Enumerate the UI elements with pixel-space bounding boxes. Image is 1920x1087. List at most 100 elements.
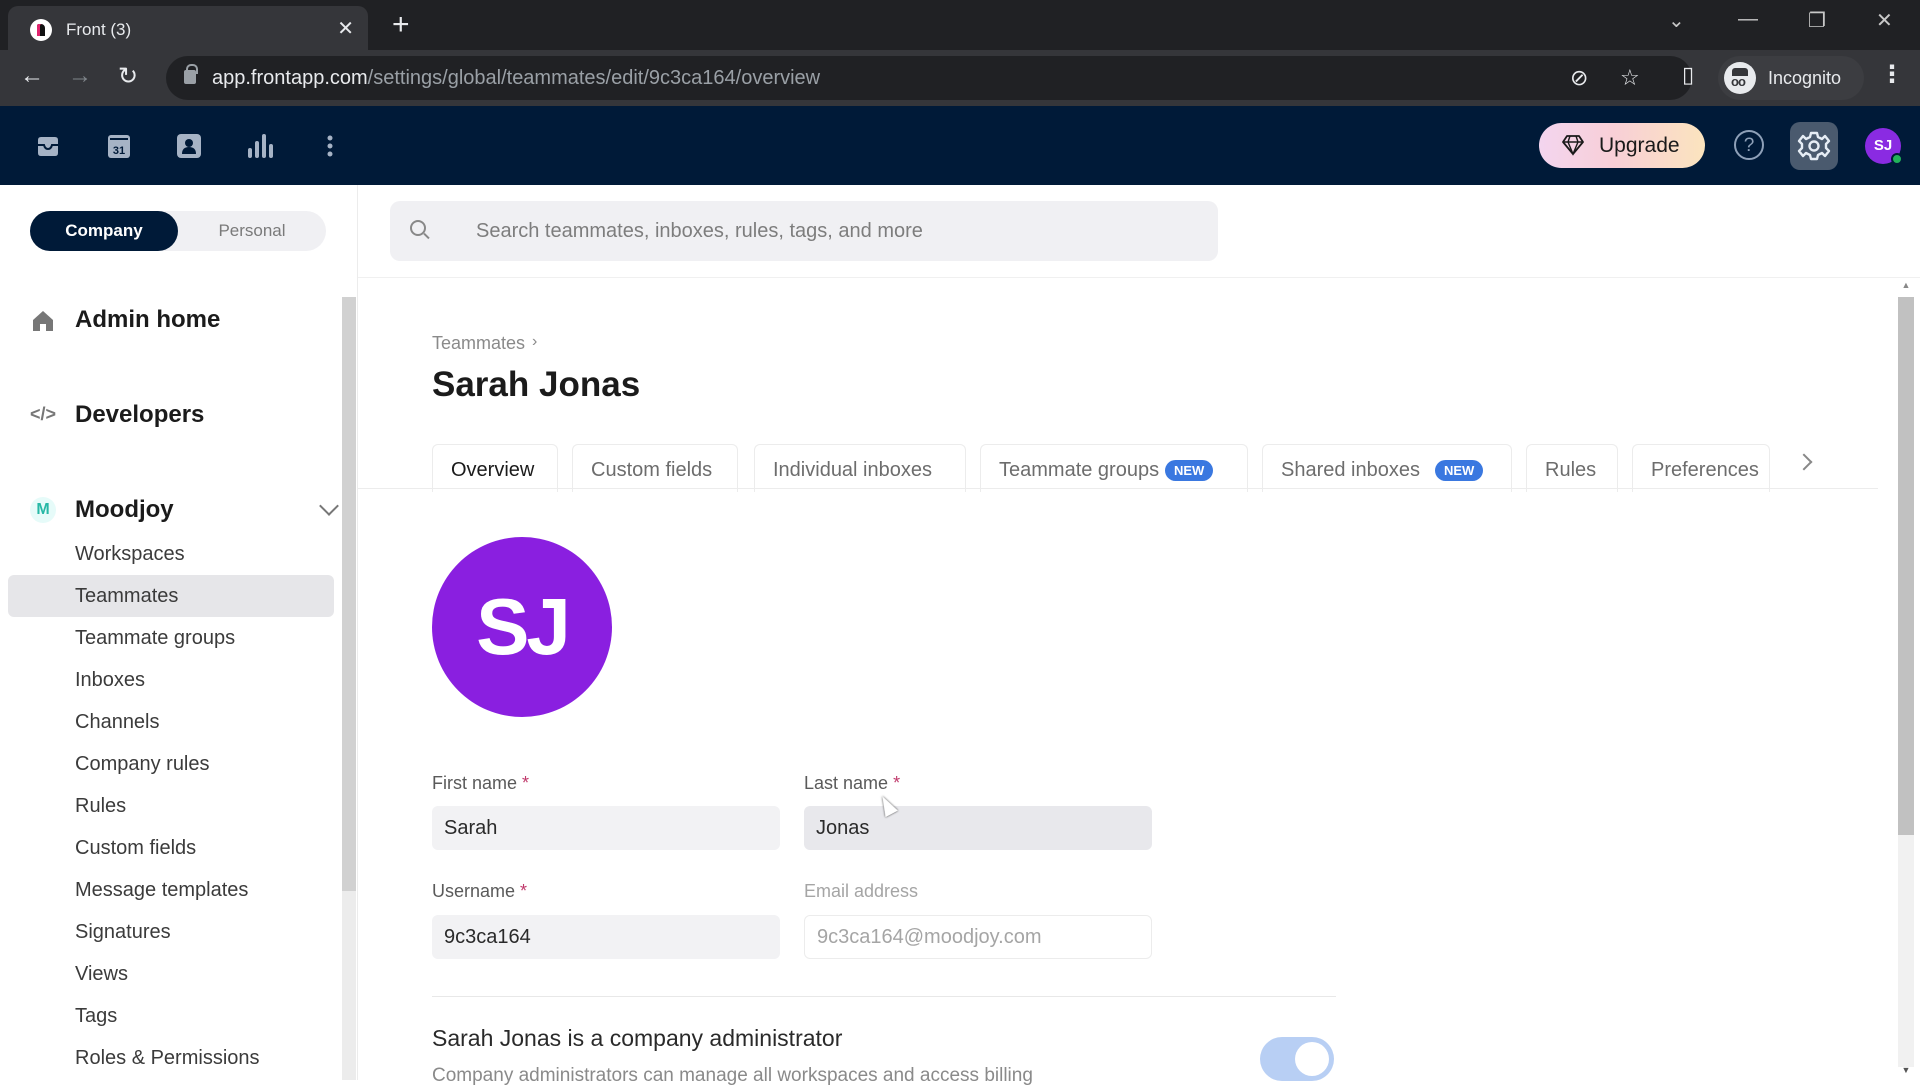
main-scrollbar-thumb[interactable] bbox=[1898, 297, 1914, 835]
sidebar-item-tags[interactable]: Tags bbox=[8, 995, 334, 1037]
reload-icon[interactable]: ↻ bbox=[112, 62, 144, 91]
sidebar-item-label: Views bbox=[75, 963, 128, 985]
toggle-knob bbox=[1295, 1042, 1329, 1076]
scope-company-button[interactable]: Company bbox=[30, 211, 178, 251]
username-label: Username * bbox=[432, 881, 528, 901]
settings-search-input[interactable]: Search teammates, inboxes, rules, tags, … bbox=[390, 201, 1218, 261]
online-status-indicator bbox=[1891, 153, 1903, 165]
last-name-label: Last name * bbox=[804, 773, 901, 793]
tab-label: Individual inboxes bbox=[773, 459, 932, 481]
company-admin-toggle[interactable] bbox=[1260, 1037, 1334, 1081]
sidebar-item-company-rules[interactable]: Company rules bbox=[8, 743, 334, 785]
sidebar-item-channels[interactable]: Channels bbox=[8, 701, 334, 743]
incognito-profile[interactable]: Incognito bbox=[1718, 56, 1864, 100]
new-badge: NEW bbox=[1165, 460, 1214, 481]
incognito-label: Incognito bbox=[1768, 68, 1842, 88]
tab-individual-inboxes[interactable]: Individual inboxes bbox=[754, 444, 966, 492]
gear-icon bbox=[1797, 131, 1831, 161]
search-placeholder: Search teammates, inboxes, rules, tags, … bbox=[476, 220, 923, 242]
sidebar-workspace-moodjoy[interactable]: M Moodjoy bbox=[30, 493, 339, 529]
chevron-down-icon[interactable] bbox=[319, 496, 339, 516]
more-icon[interactable] bbox=[316, 132, 344, 160]
sidebar-item-label: Teammates bbox=[75, 585, 179, 607]
sidebar-scrollbar-thumb[interactable] bbox=[342, 297, 356, 891]
analytics-icon[interactable] bbox=[245, 132, 273, 160]
username-input[interactable] bbox=[432, 915, 780, 959]
sidebar-item-message-templates[interactable]: Message templates bbox=[8, 869, 334, 911]
divider bbox=[432, 996, 1336, 997]
main-scrollbar-track[interactable] bbox=[1898, 835, 1914, 1067]
settings-button[interactable] bbox=[1790, 122, 1838, 170]
tab-search-icon[interactable]: ⌄ bbox=[1668, 8, 1685, 33]
svg-text:31: 31 bbox=[113, 145, 125, 157]
restore-icon[interactable]: ❐ bbox=[1808, 8, 1826, 33]
app-header: 31 Upgrade ? SJ bbox=[0, 106, 1920, 185]
tab-label: Shared inboxes bbox=[1281, 459, 1420, 481]
scroll-down-arrow-icon[interactable]: ▼ bbox=[1898, 1065, 1914, 1079]
tabs-scroll-right-icon[interactable] bbox=[1795, 453, 1813, 471]
help-icon[interactable]: ? bbox=[1734, 130, 1764, 160]
scope-personal-button[interactable]: Personal bbox=[178, 211, 326, 251]
developers-label: Developers bbox=[75, 401, 205, 428]
tab-preferences[interactable]: Preferences bbox=[1632, 444, 1770, 492]
sidebar-item-label: Custom fields bbox=[75, 837, 197, 859]
sidebar-item-signatures[interactable]: Signatures bbox=[8, 911, 334, 953]
workspace-badge-icon: M bbox=[30, 497, 56, 523]
tab-teammate-groups[interactable]: Teammate groups NEW bbox=[980, 444, 1248, 492]
sidebar-item-rules[interactable]: Rules bbox=[8, 785, 334, 827]
new-badge: NEW bbox=[1435, 460, 1484, 481]
calendar-icon[interactable]: 31 bbox=[105, 132, 133, 160]
forward-icon[interactable]: → bbox=[64, 62, 96, 90]
sidebar-item-roles-permissions[interactable]: Roles & Permissions bbox=[8, 1037, 334, 1079]
minimize-icon[interactable]: — bbox=[1738, 8, 1758, 31]
browser-tabstrip: Front (3) ✕ + ⌄ — ❐ ✕ bbox=[0, 0, 1920, 50]
code-icon: </> bbox=[30, 404, 57, 424]
sidebar-item-inboxes[interactable]: Inboxes bbox=[8, 659, 334, 701]
sidebar-item-custom-fields[interactable]: Custom fields bbox=[8, 827, 334, 869]
upgrade-label: Upgrade bbox=[1599, 134, 1680, 157]
sidebar-scrollbar-track[interactable] bbox=[342, 891, 356, 1080]
sidebar-item-views[interactable]: Views bbox=[8, 953, 334, 995]
tab-rules[interactable]: Rules bbox=[1526, 444, 1618, 492]
tab-label: Overview bbox=[451, 459, 535, 481]
incognito-icon bbox=[1724, 62, 1756, 94]
new-tab-icon[interactable]: + bbox=[392, 8, 410, 42]
tab-custom-fields[interactable]: Custom fields bbox=[572, 444, 738, 492]
url-text: app.frontapp.com/settings/global/teammat… bbox=[212, 67, 821, 89]
close-tab-icon[interactable]: ✕ bbox=[337, 16, 354, 41]
sidebar-item-label: Company rules bbox=[75, 753, 210, 775]
breadcrumb-teammates[interactable]: Teammates bbox=[432, 333, 525, 354]
teammate-avatar[interactable]: SJ bbox=[432, 537, 612, 717]
browser-toolbar: ← → ↻ app.frontapp.com/settings/global/t… bbox=[0, 50, 1920, 106]
lock-icon bbox=[184, 64, 198, 84]
main-content: Search teammates, inboxes, rules, tags, … bbox=[358, 185, 1920, 1086]
tabs-divider bbox=[358, 488, 1878, 489]
inbox-icon[interactable] bbox=[34, 132, 62, 160]
sidebar-item-label: Workspaces bbox=[75, 543, 185, 565]
address-bar[interactable]: app.frontapp.com/settings/global/teammat… bbox=[166, 56, 1692, 100]
sidebar-item-workspaces[interactable]: Workspaces bbox=[8, 533, 334, 575]
tracking-blocked-icon[interactable]: ⊘ bbox=[1570, 65, 1588, 91]
admin-home-label: Admin home bbox=[75, 306, 221, 333]
user-avatar[interactable]: SJ bbox=[1865, 128, 1903, 165]
bookmark-star-icon[interactable]: ☆ bbox=[1620, 65, 1640, 91]
sidebar-item-teammate-groups[interactable]: Teammate groups bbox=[8, 617, 334, 659]
tab-label: Teammate groups bbox=[999, 459, 1160, 481]
first-name-input[interactable] bbox=[432, 806, 780, 850]
tab-overview[interactable]: Overview bbox=[432, 444, 558, 492]
email-input[interactable] bbox=[804, 915, 1152, 959]
breadcrumb-chevron-icon: › bbox=[532, 333, 538, 350]
tab-shared-inboxes[interactable]: Shared inboxes NEW bbox=[1262, 444, 1512, 492]
sidebar-item-teammates[interactable]: Teammates bbox=[8, 575, 334, 617]
sidebar-item-label: Roles & Permissions bbox=[75, 1047, 260, 1069]
contacts-icon[interactable] bbox=[175, 132, 203, 160]
side-panel-icon[interactable]: ▯ bbox=[1682, 62, 1694, 88]
first-name-label: First name * bbox=[432, 773, 530, 793]
scroll-up-arrow-icon[interactable]: ▲ bbox=[1898, 280, 1914, 294]
back-icon[interactable]: ← bbox=[16, 62, 48, 90]
close-window-icon[interactable]: ✕ bbox=[1876, 8, 1893, 33]
browser-tab[interactable]: Front (3) ✕ bbox=[8, 6, 368, 50]
browser-menu-icon[interactable]: ⋮ bbox=[1880, 60, 1904, 89]
upgrade-button[interactable]: Upgrade bbox=[1539, 123, 1705, 168]
last-name-input[interactable] bbox=[804, 806, 1152, 850]
